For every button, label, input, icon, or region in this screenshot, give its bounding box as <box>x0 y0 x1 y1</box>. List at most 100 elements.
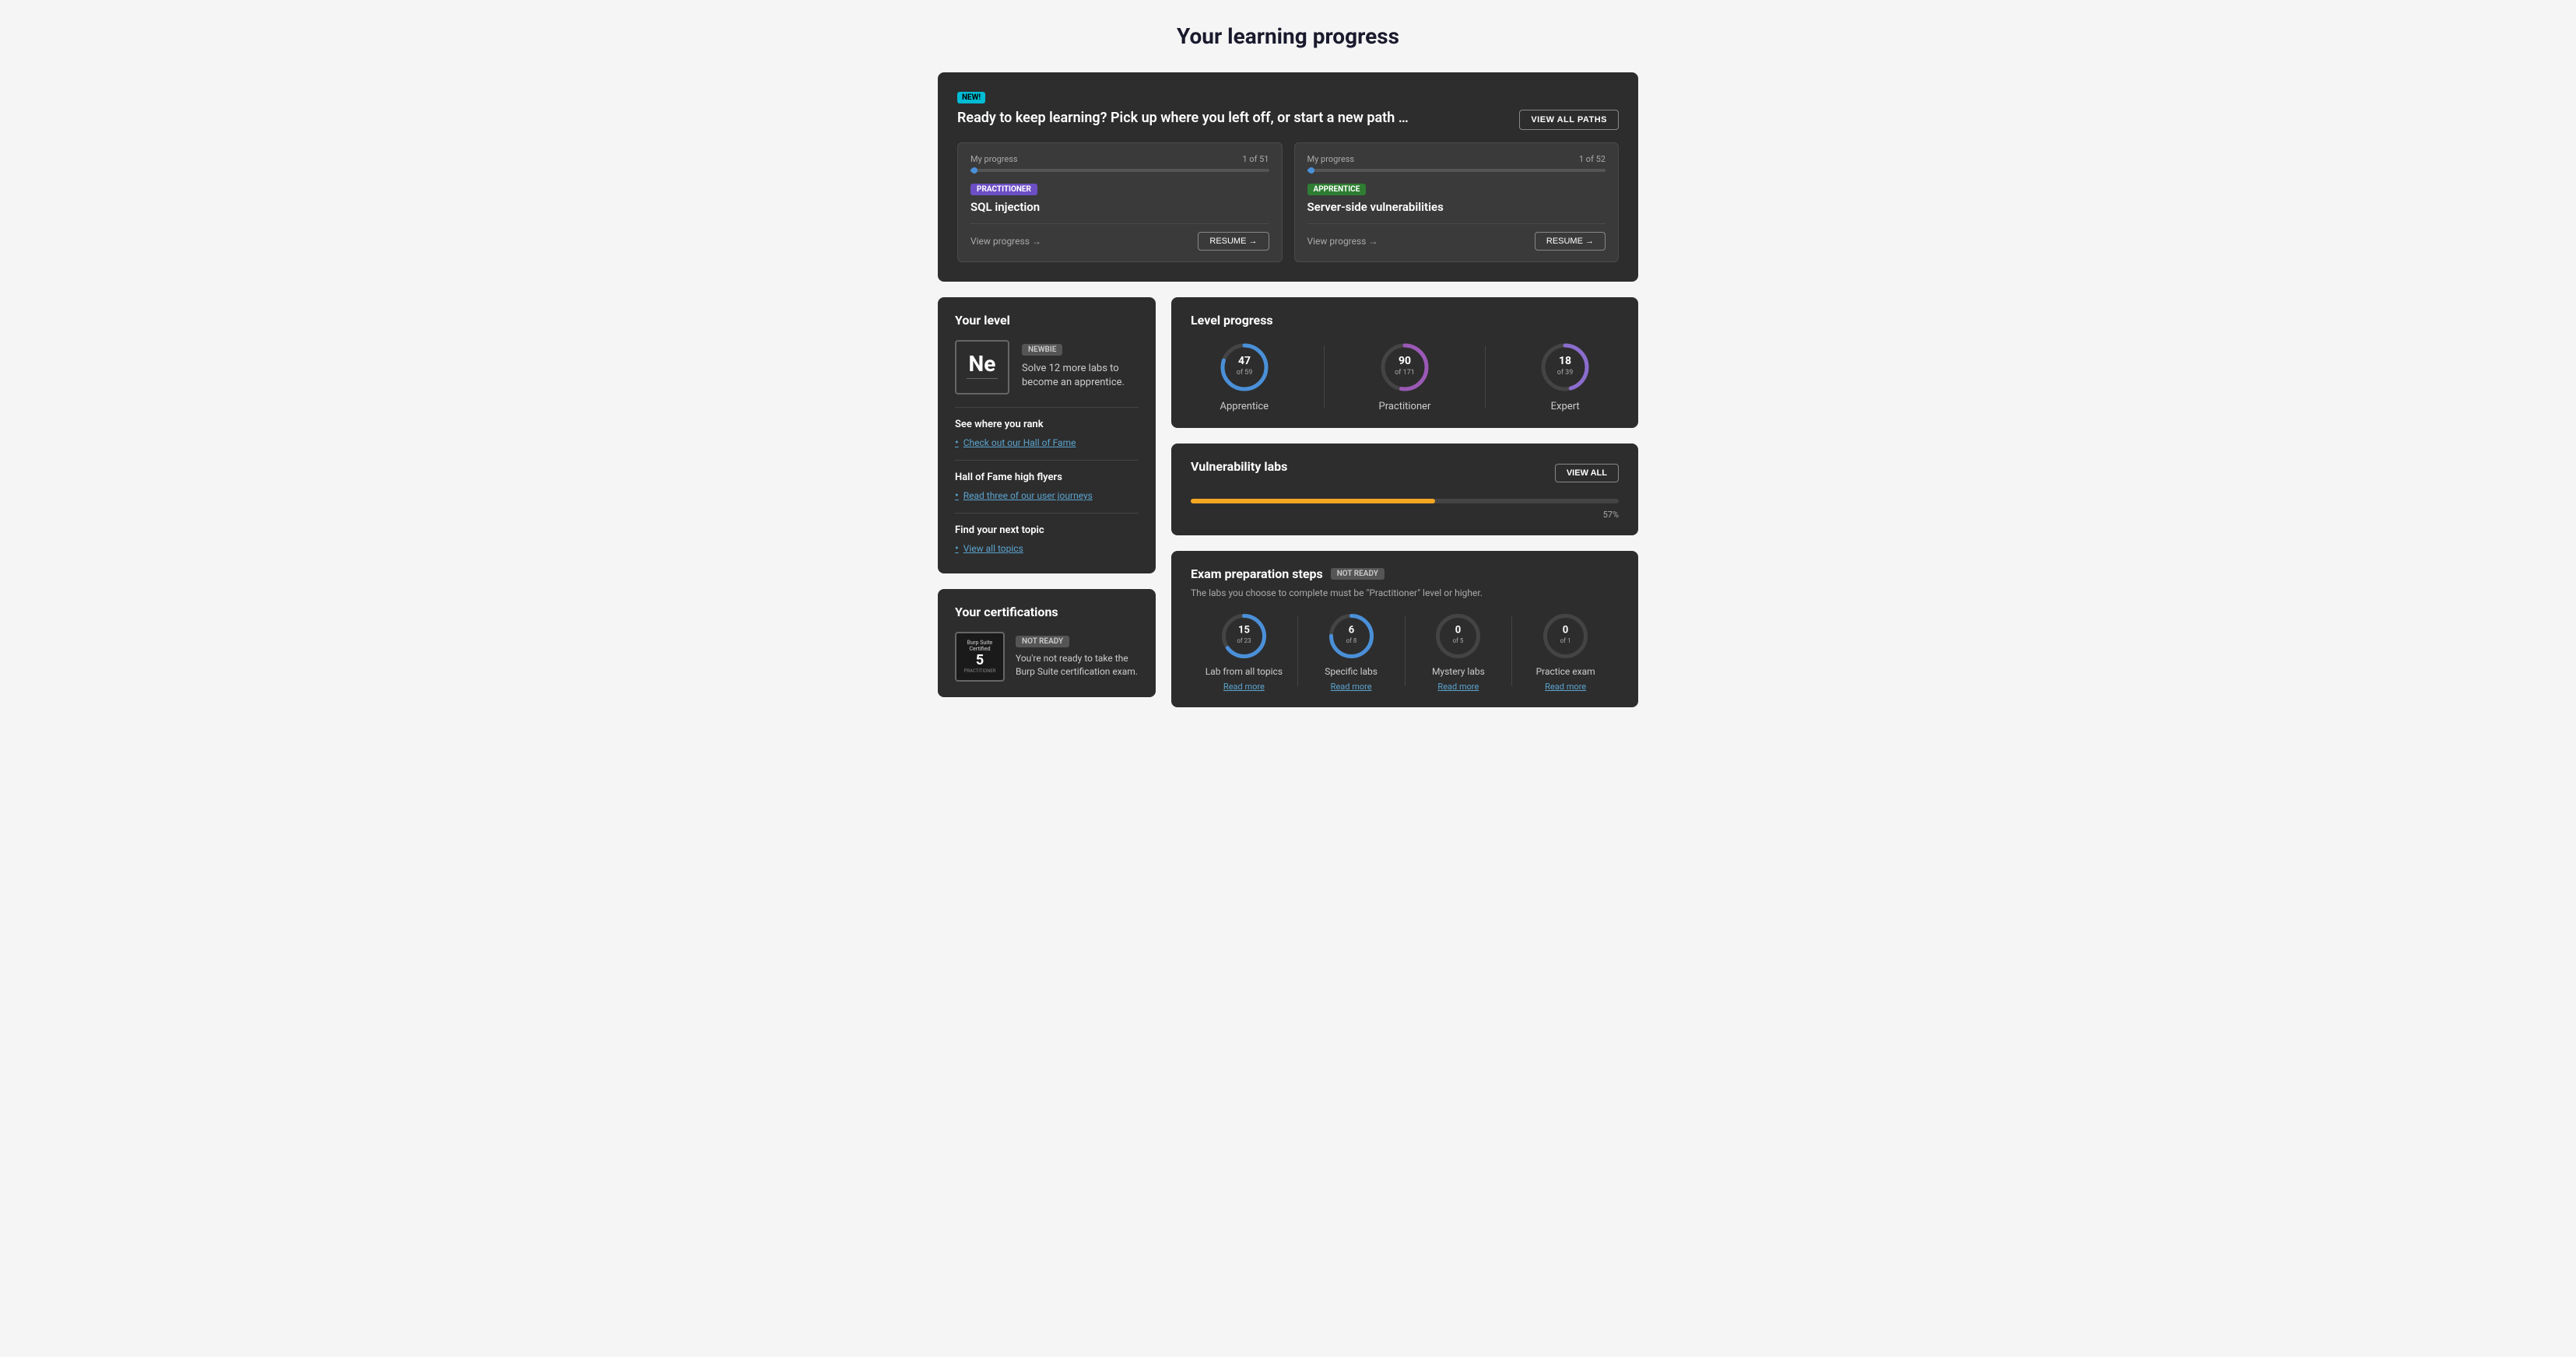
progress-count-1: 1 of 52 <box>1579 154 1606 164</box>
left-column: Your level Ne NEWBIE Solve 12 more labs … <box>938 297 1156 707</box>
level-card-title: Your level <box>955 313 1139 328</box>
hall-of-fame-link-text: Check out our Hall of Fame <box>963 437 1076 448</box>
main-container: NEW! Ready to keep learning? Pick up whe… <box>938 72 1638 707</box>
user-journeys-link[interactable]: • Read three of our user journeys <box>955 489 1139 502</box>
right-column: Level progress 47 of 59 Apprentice <box>1171 297 1638 707</box>
bullet-icon-2: • <box>955 489 959 502</box>
exam-circle-all-topics: 15 of 23 Lab from all topics Read more <box>1191 611 1297 692</box>
user-journeys-link-text: Read three of our user journeys <box>963 490 1093 501</box>
svg-text:of 8: of 8 <box>1346 637 1356 644</box>
exam-header: Exam preparation steps NOT READY <box>1191 566 1619 581</box>
divider-0 <box>970 223 1269 224</box>
svg-text:of 39: of 39 <box>1557 369 1574 377</box>
view-all-topics-link[interactable]: • View all topics <box>955 542 1139 555</box>
level-progress-card: Level progress 47 of 59 Apprentice <box>1171 297 1638 428</box>
progress-dot-0 <box>971 167 977 174</box>
view-progress-link-0[interactable]: View progress → <box>970 236 1041 247</box>
cert-content: Burp Suite Certified 5 PRACTITIONER NOT … <box>955 632 1139 682</box>
exam-not-ready-badge: NOT READY <box>1331 568 1385 580</box>
topic-0: SQL injection <box>970 200 1269 214</box>
specific-labs-circle-svg: 6 of 8 <box>1326 611 1377 661</box>
all-topics-circle-svg: 15 of 23 <box>1219 611 1269 661</box>
exam-title: Exam preparation steps <box>1191 566 1323 581</box>
svg-text:90: 90 <box>1399 355 1411 367</box>
practitioner-circle-svg: 90 of 171 <box>1377 340 1432 394</box>
level-divider-1 <box>955 407 1139 408</box>
bullet-icon-3: • <box>955 542 959 555</box>
svg-text:0: 0 <box>1455 625 1461 636</box>
resume-button-0[interactable]: RESUME → <box>1198 232 1269 251</box>
level-card: Your level Ne NEWBIE Solve 12 more labs … <box>938 297 1156 573</box>
practice-exam-read-more[interactable]: Read more <box>1545 682 1586 692</box>
cert-badge-sub: PRACTITIONER <box>963 668 995 674</box>
progress-label-0: My progress <box>970 154 1018 164</box>
view-progress-link-1[interactable]: View progress → <box>1307 236 1378 247</box>
level-circle-apprentice: 47 of 59 Apprentice <box>1217 340 1272 412</box>
not-ready-badge: NOT READY <box>1016 636 1069 647</box>
progress-bar-1 <box>1307 169 1606 172</box>
exam-circle-mystery: 0 of 5 Mystery labs Read more <box>1406 611 1512 692</box>
cert-badge: Burp Suite Certified 5 PRACTITIONER <box>955 632 1005 682</box>
see-where-rank-heading: See where you rank <box>955 419 1139 430</box>
progress-count-0: 1 of 51 <box>1242 154 1269 164</box>
level-content: Ne NEWBIE Solve 12 more labs to become a… <box>955 340 1139 394</box>
high-flyers-heading: Hall of Fame high flyers <box>955 472 1139 483</box>
exam-circles: 15 of 23 Lab from all topics Read more 6 <box>1191 611 1619 692</box>
cert-badge-number: 5 <box>976 652 984 668</box>
expert-label: Expert <box>1551 401 1580 412</box>
mystery-labs-label: Mystery labs <box>1432 666 1485 677</box>
element-box: Ne <box>955 340 1009 394</box>
practitioner-label: Practitioner <box>1379 401 1431 412</box>
practice-exam-circle-svg: 0 of 1 <box>1540 611 1591 661</box>
progress-card-1: My progress 1 of 52 APPRENTICE Server-si… <box>1294 142 1620 262</box>
cert-badge-title: Burp Suite Certified <box>960 640 1000 652</box>
practice-exam-label: Practice exam <box>1536 666 1595 677</box>
all-topics-label: Lab from all topics <box>1206 666 1283 677</box>
apprentice-label: Apprentice <box>1220 401 1269 412</box>
level-badge-1: APPRENTICE <box>1307 184 1367 195</box>
level-info: NEWBIE Solve 12 more labs to become an a… <box>1022 340 1139 390</box>
exam-card: Exam preparation steps NOT READY The lab… <box>1171 551 1638 707</box>
specific-labs-read-more[interactable]: Read more <box>1331 682 1372 692</box>
resume-button-1[interactable]: RESUME → <box>1535 232 1606 251</box>
svg-text:0: 0 <box>1563 625 1568 636</box>
bullet-icon-1: • <box>955 437 959 449</box>
circle-sep-2 <box>1485 345 1486 408</box>
vuln-title: Vulnerability labs <box>1191 459 1287 474</box>
top-card: NEW! Ready to keep learning? Pick up whe… <box>938 72 1638 282</box>
mystery-labs-read-more[interactable]: Read more <box>1437 682 1479 692</box>
vuln-progress-bar <box>1191 499 1619 503</box>
progress-card-top-1: My progress 1 of 52 <box>1307 154 1606 164</box>
vuln-header: Vulnerability labs VIEW ALL <box>1191 459 1619 486</box>
top-card-title: Ready to keep learning? Pick up where yo… <box>957 110 1409 126</box>
progress-card-top-0: My progress 1 of 51 <box>970 154 1269 164</box>
svg-text:18: 18 <box>1559 355 1571 367</box>
level-divider-2 <box>955 460 1139 461</box>
view-all-button[interactable]: VIEW ALL <box>1555 464 1619 482</box>
level-circle-expert: 18 of 39 Expert <box>1538 340 1592 412</box>
svg-text:47: 47 <box>1238 355 1251 367</box>
exam-subtitle: The labs you choose to complete must be … <box>1191 587 1619 598</box>
svg-text:of 1: of 1 <box>1560 637 1571 644</box>
svg-text:of 171: of 171 <box>1395 369 1415 377</box>
svg-text:of 23: of 23 <box>1237 637 1251 644</box>
cert-description: You're not ready to take the Burp Suite … <box>1016 652 1139 678</box>
cert-info: NOT READY You're not ready to take the B… <box>1016 632 1139 678</box>
progress-card-0: My progress 1 of 51 PRACTITIONER SQL inj… <box>957 142 1283 262</box>
svg-text:of 5: of 5 <box>1453 637 1464 644</box>
svg-text:of 59: of 59 <box>1236 369 1252 377</box>
view-all-topics-link-text: View all topics <box>963 543 1023 554</box>
top-card-header: Ready to keep learning? Pick up where yo… <box>957 110 1619 130</box>
progress-dot-1 <box>1308 167 1314 174</box>
apprentice-circle-svg: 47 of 59 <box>1217 340 1272 394</box>
circle-sep-1 <box>1324 345 1325 408</box>
element-symbol: Ne <box>969 353 996 375</box>
hall-of-fame-link[interactable]: • Check out our Hall of Fame <box>955 437 1139 449</box>
all-topics-read-more[interactable]: Read more <box>1223 682 1265 692</box>
level-description: Solve 12 more labs to become an apprenti… <box>1022 362 1139 390</box>
element-line <box>967 378 998 379</box>
level-circle-practitioner: 90 of 171 Practitioner <box>1377 340 1432 412</box>
view-all-paths-button[interactable]: VIEW ALL PATHS <box>1519 110 1619 130</box>
vuln-card: Vulnerability labs VIEW ALL 57% <box>1171 444 1638 535</box>
vuln-progress-fill <box>1191 499 1435 503</box>
